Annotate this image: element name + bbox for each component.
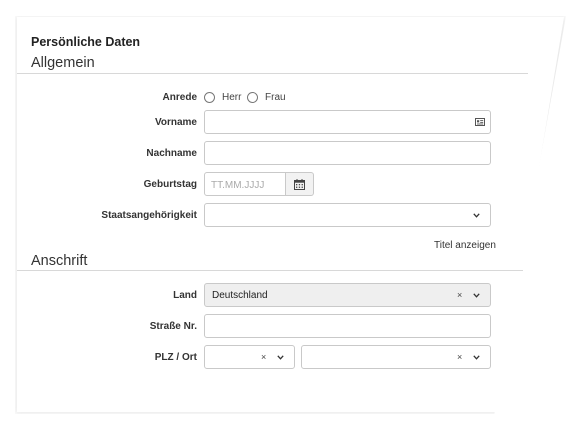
nationality-label: Staatsangehörigkeit [101,210,197,221]
salutation-option-herr[interactable]: Herr [222,92,241,103]
section-heading-general: Allgemein [31,55,95,71]
salutation-option-frau[interactable]: Frau [265,92,286,103]
country-value: Deutschland [212,290,268,301]
birthday-input[interactable]: TT.MM.JJJJ [204,172,286,196]
page-title: Persönliche Daten [31,35,141,49]
firstname-label: Vorname [154,117,197,128]
chevron-down-icon[interactable] [277,355,284,360]
section-divider [17,73,528,74]
birthday-label: Geburtstag [143,179,197,190]
chevron-down-icon[interactable] [473,355,480,360]
birthday-calendar-button[interactable] [286,172,314,196]
zip-city-label: PLZ / Ort [154,352,197,363]
salutation-radio-herr[interactable] [204,92,215,103]
section-heading-address: Anschrift [31,253,88,269]
country-label: Land [173,290,197,301]
zip-select[interactable]: × [204,345,295,369]
contact-card-icon [475,118,485,126]
chevron-down-icon[interactable] [473,293,480,298]
show-title-link[interactable]: Titel anzeigen [434,240,496,251]
clear-x-icon[interactable]: × [457,353,462,362]
lastname-label: Nachname [146,148,197,159]
clear-x-icon[interactable]: × [457,291,462,300]
chevron-down-icon[interactable] [473,213,480,218]
clear-x-icon[interactable]: × [261,353,266,362]
birthday-placeholder: TT.MM.JJJJ [211,180,265,191]
lastname-input[interactable] [204,141,491,165]
firstname-input[interactable] [204,110,491,134]
calendar-icon [294,178,305,190]
nationality-select[interactable] [204,203,491,227]
salutation-radio-frau[interactable] [247,92,258,103]
country-select[interactable]: Deutschland × [204,283,491,307]
street-input[interactable] [204,314,491,338]
section-divider [17,270,523,271]
street-label: Straße Nr. [149,321,197,332]
city-select[interactable]: × [301,345,491,369]
salutation-label: Anrede [162,92,197,103]
